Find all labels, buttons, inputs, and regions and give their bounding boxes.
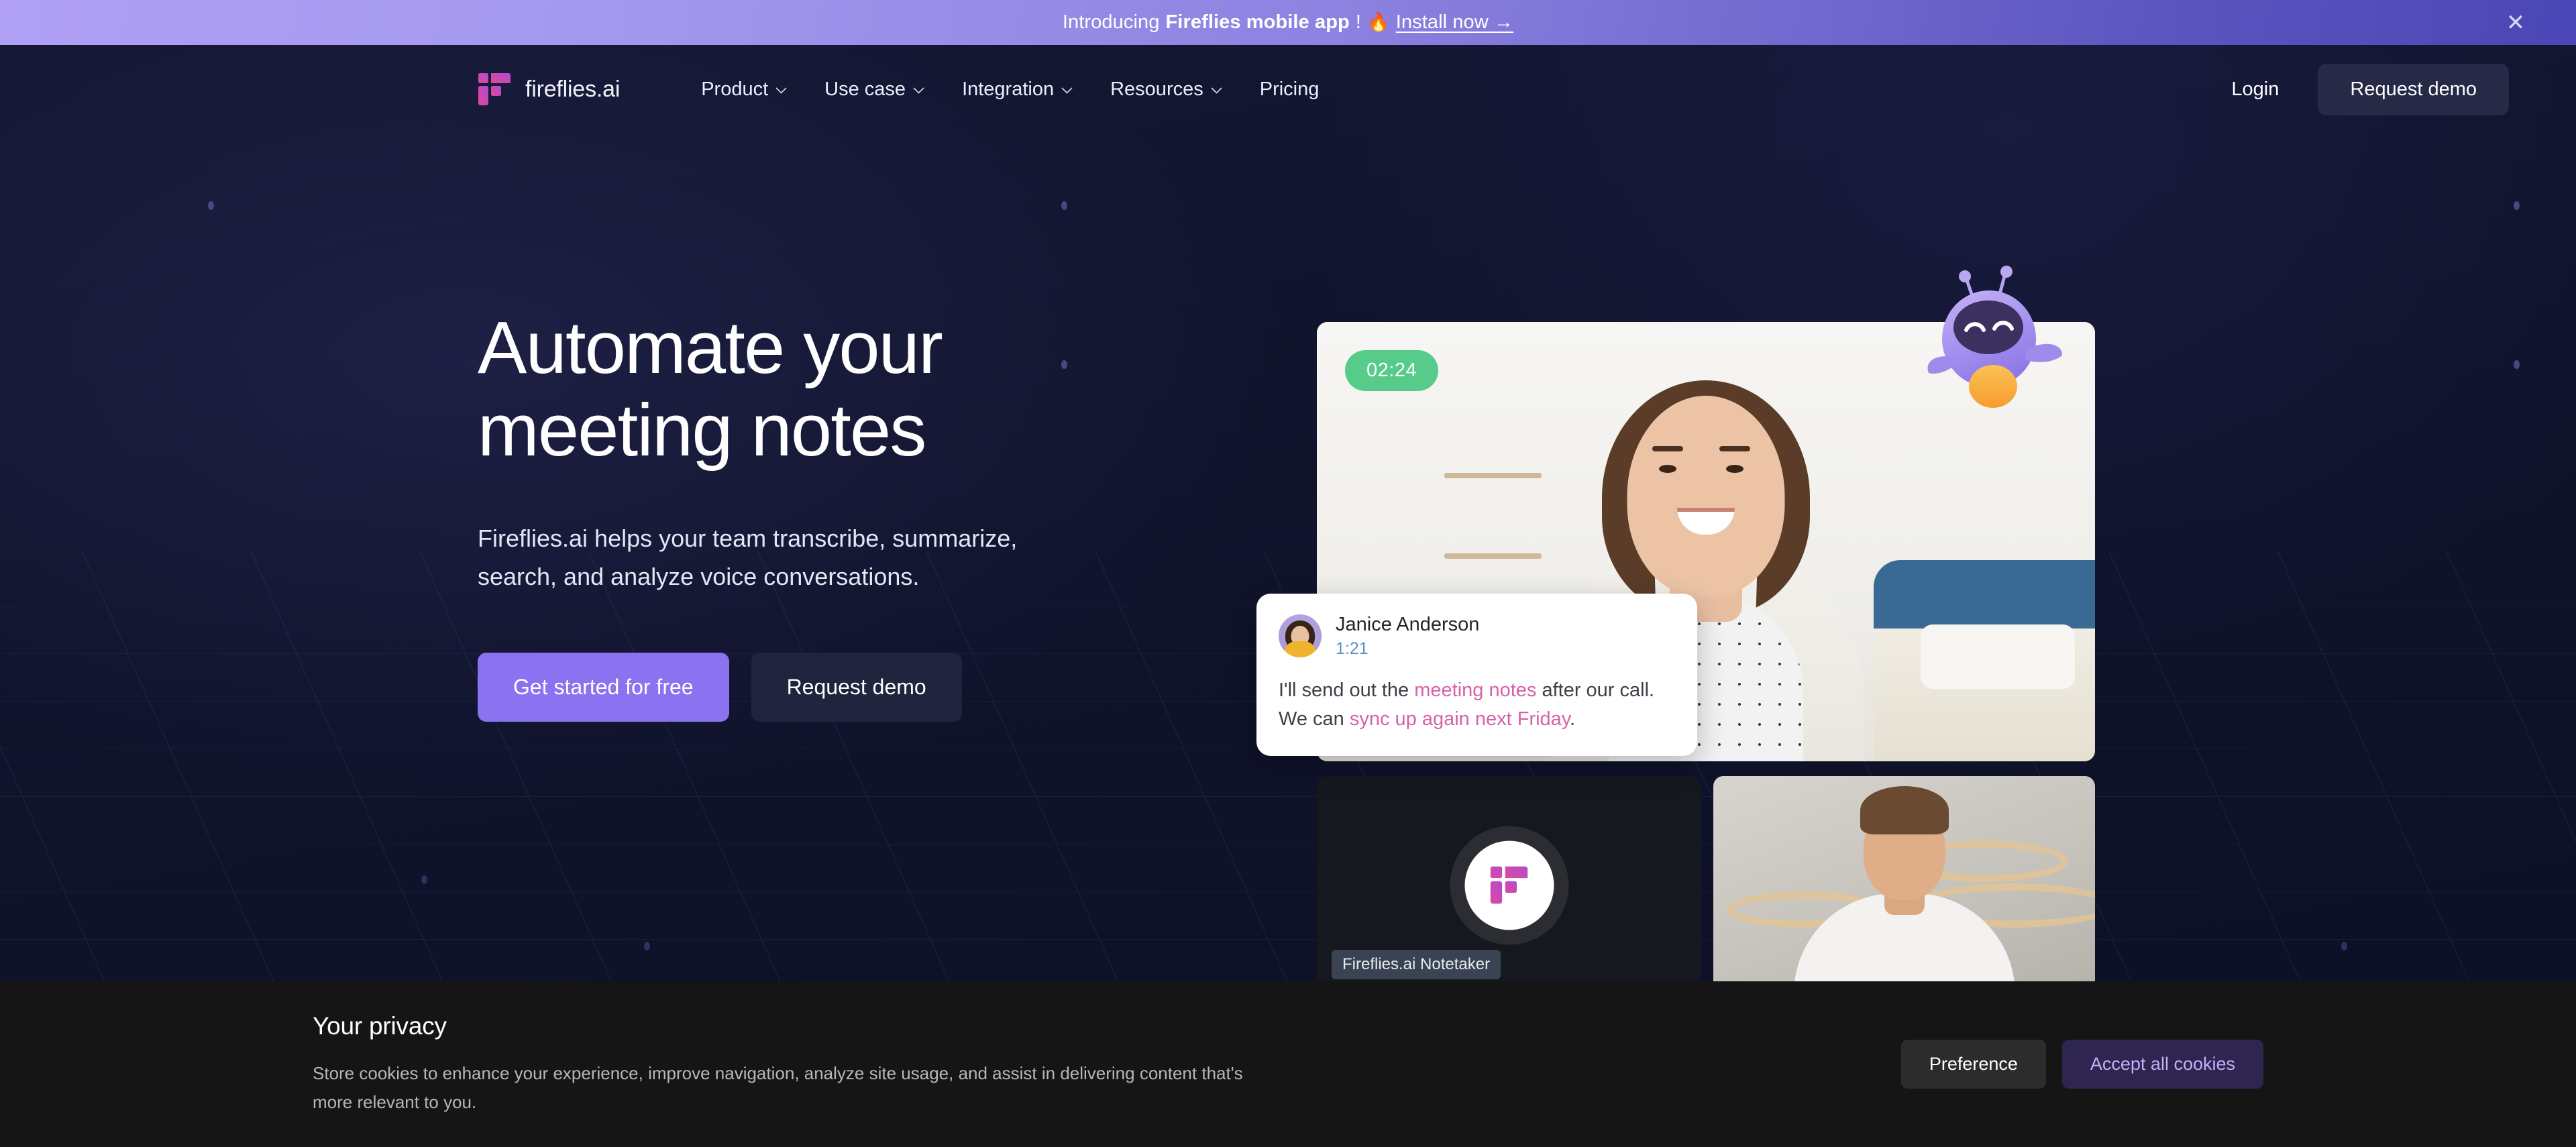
participant-tile-2 <box>1713 776 2095 994</box>
decorative-dot <box>644 942 650 950</box>
transcript-line2-highlight[interactable]: sync up again next Friday <box>1350 708 1570 730</box>
nav-item-label: Resources <box>1110 78 1203 100</box>
install-now-link[interactable]: Install now → <box>1396 11 1513 34</box>
hero-cta-group: Get started for free Request demo <box>478 653 1216 722</box>
nav-item-pricing[interactable]: Pricing <box>1241 69 1338 110</box>
transcript-line1-b: after our call. <box>1536 679 1655 702</box>
fireflies-logo-icon <box>478 72 511 107</box>
main-navigation: fireflies.ai Product Use case Integratio… <box>0 45 2576 133</box>
notetaker-name-label: Fireflies.ai Notetaker <box>1332 950 1501 979</box>
cookie-banner-actions: Preference Accept all cookies <box>1900 1040 2263 1089</box>
brand-name: fireflies.ai <box>525 76 621 102</box>
fireflies-robot-mascot-icon <box>1919 255 2074 409</box>
cookie-banner-body: Store cookies to enhance your experience… <box>313 1063 1243 1112</box>
decorative-dot <box>2341 942 2347 950</box>
chevron-down-icon <box>913 87 924 94</box>
cookie-text-block: Your privacy Store cookies to enhance yo… <box>313 1012 1265 1115</box>
decorative-dot <box>2514 201 2520 210</box>
announcement-strong: Fireflies mobile app <box>1165 11 1350 33</box>
decorative-shelf <box>1444 553 1542 559</box>
participant-tiles: Fireflies.ai Notetaker <box>1317 776 2095 994</box>
page-title: Automate your meeting notes <box>478 307 1216 472</box>
transcript-line1-a: I'll send out the <box>1279 679 1415 702</box>
participant-eye <box>1659 465 1676 473</box>
hero-subtitle: Fireflies.ai helps your team transcribe,… <box>478 525 1018 591</box>
chevron-down-icon <box>1211 87 1222 94</box>
chevron-down-icon <box>775 87 787 94</box>
nav-item-label: Pricing <box>1259 78 1320 100</box>
announcement-prefix: Introducing <box>1062 11 1160 33</box>
participant-brow <box>1719 446 1750 451</box>
nav-item-label: Integration <box>962 78 1055 100</box>
participant-eye <box>1726 465 1743 473</box>
close-icon[interactable]: ✕ <box>2501 8 2530 38</box>
request-demo-button[interactable]: Request demo <box>2318 63 2509 115</box>
video-call-mockup: 02:24 Janice Anderson 1:21 I'll send out… <box>1256 266 2095 994</box>
announcement-text: Introducing Fireflies mobile app! 🔥 Inst… <box>1063 11 1513 34</box>
notetaker-tile: Fireflies.ai Notetaker <box>1317 776 1701 994</box>
transcript-text: I'll send out the meeting notes after ou… <box>1279 676 1675 733</box>
nav-item-integration[interactable]: Integration <box>943 69 1091 110</box>
nav-item-resources[interactable]: Resources <box>1091 69 1241 110</box>
nav-item-label: Use case <box>824 78 906 100</box>
transcript-line1-highlight[interactable]: meeting notes <box>1414 679 1536 701</box>
nav-item-label: Product <box>701 78 769 100</box>
login-button[interactable]: Login <box>2202 65 2308 114</box>
transcript-line2-b: . <box>1570 708 1576 730</box>
transcript-line2-a: We can <box>1279 708 1350 730</box>
notetaker-avatar <box>1464 840 1554 930</box>
cookie-consent-banner: Your privacy Store cookies to enhance yo… <box>0 981 2576 1147</box>
nav-item-product[interactable]: Product <box>682 69 806 110</box>
nav-links: Product Use case Integration Resources P… <box>682 69 1338 110</box>
request-demo-hero-button[interactable]: Request demo <box>751 653 962 722</box>
decorative-pillow <box>1921 624 2075 689</box>
nav-item-use-case[interactable]: Use case <box>806 69 943 110</box>
cookie-preference-button[interactable]: Preference <box>1900 1040 2046 1089</box>
get-started-button[interactable]: Get started for free <box>478 653 729 722</box>
brand-logo[interactable]: fireflies.ai <box>478 72 620 107</box>
call-timer-badge: 02:24 <box>1345 350 1439 391</box>
transcript-card: Janice Anderson 1:21 I'll send out the m… <box>1256 594 1697 757</box>
decorative-dot <box>2514 360 2520 369</box>
decorative-dot <box>421 875 427 884</box>
decorative-dot <box>1061 201 1067 210</box>
avatar <box>1279 614 1322 658</box>
announcement-bar: Introducing Fireflies mobile app! 🔥 Inst… <box>0 0 2576 45</box>
hero-title-line-1: Automate your <box>478 307 943 389</box>
participant2-hair <box>1860 786 1949 834</box>
accept-all-cookies-button[interactable]: Accept all cookies <box>2061 1040 2263 1089</box>
participant-brow <box>1652 446 1683 451</box>
decorative-dot <box>208 201 214 210</box>
speaker-name: Janice Anderson <box>1336 614 1480 635</box>
cookie-banner-title: Your privacy <box>313 1012 447 1040</box>
chevron-down-icon <box>1061 87 1073 94</box>
decorative-shelf <box>1444 473 1542 478</box>
fire-emoji-icon: 🔥 <box>1367 12 1390 32</box>
hero-content: Automate your meeting notes Fireflies.ai… <box>478 307 1216 722</box>
hero-section <box>0 45 2576 981</box>
speaker-timestamp: 1:21 <box>1336 639 1368 659</box>
hero-title-line-2: meeting notes <box>478 389 926 472</box>
participant-head <box>1627 396 1785 597</box>
transcript-speaker-block: Janice Anderson 1:21 <box>1336 613 1479 659</box>
transcript-header: Janice Anderson 1:21 <box>1279 613 1675 659</box>
nav-actions: Login Request demo <box>2202 63 2509 115</box>
announcement-exclaim: ! <box>1355 11 1361 33</box>
